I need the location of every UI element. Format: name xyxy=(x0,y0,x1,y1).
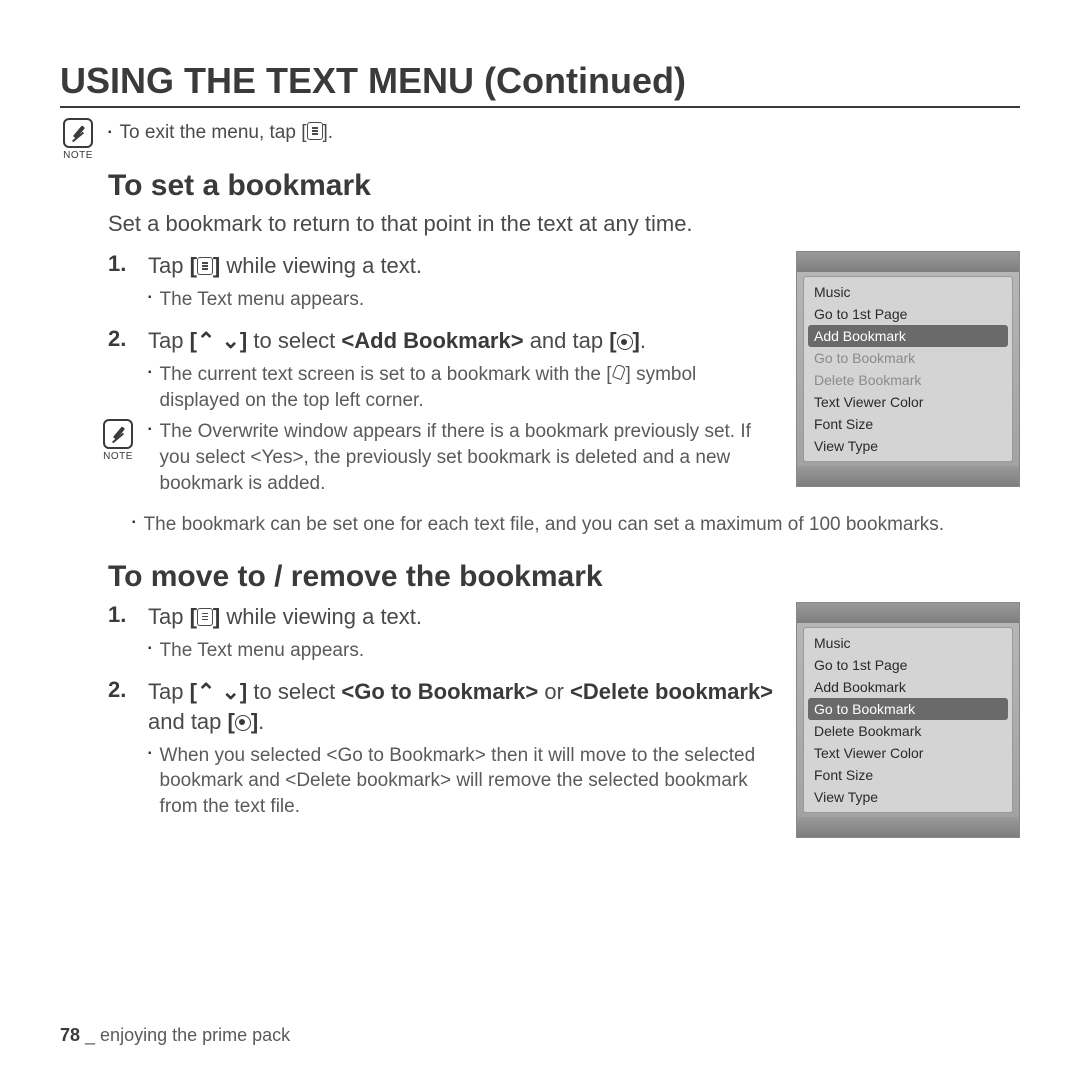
menu-item: View Type xyxy=(804,435,1012,457)
pencil-icon xyxy=(63,118,93,148)
select-icon xyxy=(235,715,251,731)
section2-step1: 1. Tap [] while viewing a text. ▪The Tex… xyxy=(108,602,776,667)
menu-item: Music xyxy=(804,632,1012,654)
bookmark-icon xyxy=(612,364,626,382)
bullet-icon: ▪ xyxy=(148,362,152,413)
chevron-up-icon: ⌃ xyxy=(197,328,215,353)
bullet-icon: ▪ xyxy=(148,638,152,664)
top-note-text: To exit the menu, tap []. xyxy=(120,122,334,144)
menu-item: Go to 1st Page xyxy=(804,303,1012,325)
top-note: NOTE ▪ To exit the menu, tap []. xyxy=(60,118,1020,161)
select-icon xyxy=(617,334,633,350)
bullet-icon: ▪ xyxy=(132,512,136,538)
sub-bullet-text: The Overwrite window appears if there is… xyxy=(160,419,776,496)
menu-item: Delete Bookmark xyxy=(804,720,1012,742)
footer-text: enjoying the prime pack xyxy=(100,1025,290,1045)
step-number: 1. xyxy=(108,251,132,316)
pencil-icon xyxy=(103,419,133,449)
chevron-down-icon: ⌄ xyxy=(221,679,239,704)
sub-bullet-text: When you selected <Go to Bookmark> then … xyxy=(160,743,776,820)
page-title: USING THE TEXT MENU (Continued) xyxy=(60,60,1020,108)
menu-item: Go to 1st Page xyxy=(804,654,1012,676)
note-label: NOTE xyxy=(103,451,133,462)
menu-icon xyxy=(197,257,213,275)
menu-item-selected: Add Bookmark xyxy=(808,325,1008,347)
sub-bullet-text: The Text menu appears. xyxy=(160,638,365,664)
menu-item: Music xyxy=(804,281,1012,303)
sub-bullet-text: The current text screen is set to a book… xyxy=(160,362,776,413)
menu-item: Text Viewer Color xyxy=(804,391,1012,413)
page-number: 78 xyxy=(60,1025,80,1045)
section1-step1: 1. Tap [] while viewing a text. ▪The Tex… xyxy=(108,251,776,316)
chevron-down-icon: ⌄ xyxy=(221,328,239,353)
menu-item: Delete Bookmark xyxy=(804,369,1012,391)
menu-item-selected: Go to Bookmark xyxy=(808,698,1008,720)
menu-item: Text Viewer Color xyxy=(804,742,1012,764)
section1-step2: 2. Tap [⌃ ⌄] to select <Add Bookmark> an… xyxy=(108,326,776,500)
page-footer: 78 _ enjoying the prime pack xyxy=(60,1025,290,1046)
menu-item: View Type xyxy=(804,786,1012,808)
sub-bullet-text: The bookmark can be set one for each tex… xyxy=(144,512,945,538)
section1-note: NOTE ▪The Overwrite window appears if th… xyxy=(100,419,776,500)
sub-bullet-text: The Text menu appears. xyxy=(160,287,365,313)
step-number: 2. xyxy=(108,677,132,823)
menu-item: Font Size xyxy=(804,413,1012,435)
menu-icon xyxy=(307,122,323,140)
device-screenshot-1: Music Go to 1st Page Add Bookmark Go to … xyxy=(796,251,1020,487)
device-menu-1: Music Go to 1st Page Add Bookmark Go to … xyxy=(803,276,1013,462)
section2-step2: 2. Tap [⌃ ⌄] to select <Go to Bookmark> … xyxy=(108,677,776,823)
device-menu-2: Music Go to 1st Page Add Bookmark Go to … xyxy=(803,627,1013,813)
menu-item: Go to Bookmark xyxy=(804,347,1012,369)
section1-intro: Set a bookmark to return to that point i… xyxy=(108,211,1020,237)
menu-item: Add Bookmark xyxy=(804,676,1012,698)
step-number: 1. xyxy=(108,602,132,667)
bullet-icon: ▪ xyxy=(148,419,152,496)
device-screenshot-2: Music Go to 1st Page Add Bookmark Go to … xyxy=(796,602,1020,838)
section1-heading: To set a bookmark xyxy=(108,169,1020,203)
bullet-icon: ▪ xyxy=(148,287,152,313)
body-area: To set a bookmark Set a bookmark to retu… xyxy=(108,169,1020,838)
bullet-icon: ▪ xyxy=(148,743,152,820)
menu-item: Font Size xyxy=(804,764,1012,786)
chevron-up-icon: ⌃ xyxy=(197,679,215,704)
note-icon-box: NOTE xyxy=(60,118,96,161)
note-label: NOTE xyxy=(63,150,93,161)
section2-heading: To move to / remove the bookmark xyxy=(108,560,1020,594)
menu-icon xyxy=(197,608,213,626)
bullet-icon: ▪ xyxy=(108,122,112,144)
